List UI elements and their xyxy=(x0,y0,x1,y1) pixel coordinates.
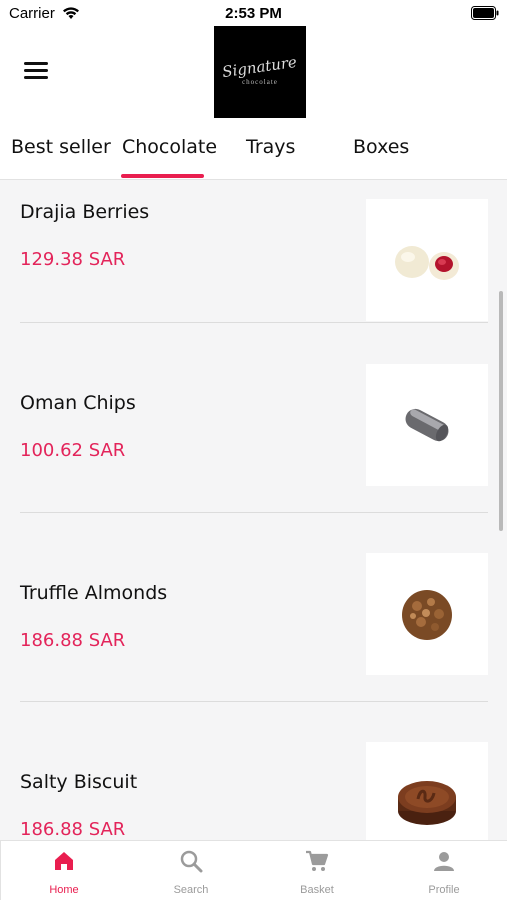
active-tab-indicator xyxy=(121,174,204,178)
divider xyxy=(20,322,488,323)
logo-script-text: Signature xyxy=(221,52,299,82)
clock: 2:53 PM xyxy=(225,5,282,22)
nav-search[interactable]: Search xyxy=(128,841,254,900)
list-item[interactable]: Truffle Almonds 186.88 SAR xyxy=(0,553,507,750)
list-item[interactable]: Salty Biscuit 186.88 SAR xyxy=(0,742,507,840)
home-icon xyxy=(55,852,73,870)
scrollbar[interactable] xyxy=(499,291,503,531)
status-bar: Carrier 2:53 PM xyxy=(0,0,507,26)
nav-basket[interactable]: Basket xyxy=(254,841,380,900)
list-item[interactable]: Drajia Berries 129.38 SAR xyxy=(0,181,507,369)
logo-sub-text: chocolate xyxy=(242,78,278,86)
brand-logo: Signature chocolate xyxy=(214,26,306,118)
app-header: Signature chocolate xyxy=(0,26,507,124)
tab-boxes[interactable]: Boxes xyxy=(353,136,409,158)
product-price: 186.88 SAR xyxy=(20,630,126,651)
product-list[interactable]: Drajia Berries 129.38 SAR Oman Chips 100… xyxy=(0,181,507,840)
tab-chocolate[interactable]: Chocolate xyxy=(122,136,217,158)
list-item[interactable]: Oman Chips 100.62 SAR xyxy=(0,364,507,560)
hamburger-menu-icon[interactable] xyxy=(24,62,48,82)
truffle-image xyxy=(366,553,488,675)
chocolate-bar-image xyxy=(366,364,488,486)
nav-home[interactable]: Home xyxy=(1,841,127,900)
bottom-navigation: Home Search Basket Profile xyxy=(0,840,507,900)
category-tabs: Best seller Chocolate Trays Boxes xyxy=(0,124,507,180)
divider xyxy=(20,701,488,702)
product-price: 100.62 SAR xyxy=(20,440,126,461)
product-name: Drajia Berries xyxy=(20,201,150,223)
biscuit-image xyxy=(366,742,488,840)
nav-label-search: Search xyxy=(173,884,209,896)
product-price: 129.38 SAR xyxy=(20,249,126,270)
cart-icon xyxy=(306,850,329,871)
nav-label-home: Home xyxy=(49,884,79,896)
profile-icon xyxy=(434,852,454,871)
product-name: Oman Chips xyxy=(20,392,136,414)
tab-trays[interactable]: Trays xyxy=(246,136,295,158)
berries-image xyxy=(366,199,488,321)
battery-icon xyxy=(471,6,499,20)
nav-label-profile: Profile xyxy=(428,884,460,896)
search-icon xyxy=(180,850,203,873)
product-name: Truffle Almonds xyxy=(20,582,168,604)
tab-best-seller[interactable]: Best seller xyxy=(11,136,111,158)
nav-label-basket: Basket xyxy=(300,884,334,896)
nav-profile[interactable]: Profile xyxy=(381,841,507,900)
product-price: 186.88 SAR xyxy=(20,819,126,840)
product-name: Salty Biscuit xyxy=(20,771,138,793)
divider xyxy=(20,512,488,513)
